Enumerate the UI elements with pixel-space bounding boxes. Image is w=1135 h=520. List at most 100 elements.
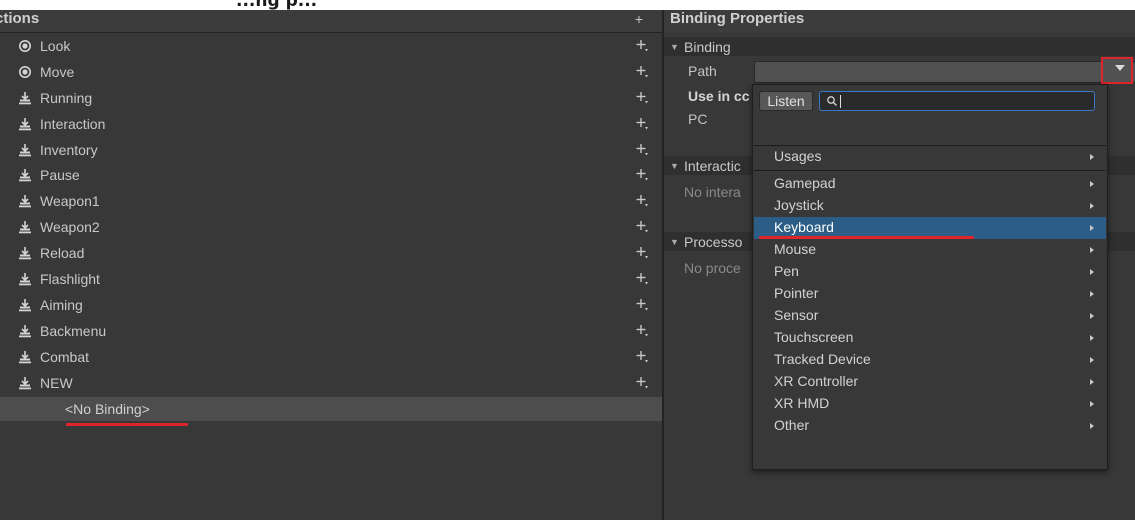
add-binding-icon[interactable] xyxy=(634,141,650,157)
action-label: Combat xyxy=(40,348,90,365)
submenu-arrow-icon xyxy=(1090,357,1094,363)
submenu-arrow-icon xyxy=(1090,225,1094,231)
button-action-icon xyxy=(19,143,31,156)
dropdown-arrow-icon xyxy=(1115,65,1125,71)
radio-icon xyxy=(19,40,31,52)
device-menu-item-gamepad[interactable]: Gamepad xyxy=(754,173,1106,195)
action-row[interactable]: Inventory xyxy=(0,138,662,164)
action-label: Flashlight xyxy=(40,271,100,288)
submenu-arrow-icon xyxy=(1090,379,1094,385)
device-menu-item-pointer[interactable]: Pointer xyxy=(754,283,1106,305)
binding-section-header[interactable]: ▼ Binding xyxy=(664,37,1135,56)
action-row[interactable]: Reload xyxy=(0,241,662,267)
action-row[interactable]: Running xyxy=(0,86,662,112)
action-label: NEW xyxy=(40,374,73,391)
action-row[interactable]: Pause xyxy=(0,163,662,189)
action-row[interactable]: Weapon2 xyxy=(0,215,662,241)
submenu-arrow-icon xyxy=(1090,247,1094,253)
device-menu-item-mouse[interactable]: Mouse xyxy=(754,239,1106,261)
interactions-section-label: Interactic xyxy=(684,158,741,174)
button-action-icon xyxy=(19,298,31,312)
button-action-icon xyxy=(19,273,31,286)
device-menu-item-xr-hmd[interactable]: XR HMD xyxy=(754,393,1106,415)
path-label: Path xyxy=(688,63,717,79)
button-action-icon xyxy=(19,221,31,234)
add-binding-icon[interactable] xyxy=(634,374,650,390)
device-menu-item-touchscreen[interactable]: Touchscreen xyxy=(754,327,1106,349)
control-path-dropdown: Listen Usages Gamepad Joystick Keyboard Mou… xyxy=(752,84,1108,470)
device-label: Other xyxy=(774,417,810,433)
path-dropdown-button[interactable] xyxy=(1101,57,1133,84)
add-binding-icon[interactable] xyxy=(634,166,650,182)
device-menu-item-joystick[interactable]: Joystick xyxy=(754,195,1106,217)
add-binding-icon[interactable] xyxy=(634,63,650,79)
no-interactions-text: No intera xyxy=(684,184,741,200)
submenu-arrow-icon xyxy=(1090,291,1094,297)
action-row[interactable]: Backmenu xyxy=(0,319,662,345)
add-binding-icon[interactable] xyxy=(634,89,650,105)
actions-panel: ctions + Look Move Running Interaction Inven… xyxy=(0,10,662,520)
add-binding-icon[interactable] xyxy=(634,244,650,260)
device-label: Joystick xyxy=(774,197,824,213)
text-caret xyxy=(840,95,841,108)
caption-strip: ...ng p... xyxy=(0,0,1135,10)
button-action-icon xyxy=(19,247,31,260)
add-binding-icon[interactable] xyxy=(634,192,650,208)
no-processors-text: No proce xyxy=(684,260,741,276)
action-row[interactable]: Aiming xyxy=(0,293,662,319)
action-row[interactable]: Move xyxy=(0,60,662,86)
button-action-icon xyxy=(19,324,31,338)
path-field[interactable] xyxy=(754,61,1135,83)
action-label: Inventory xyxy=(40,141,98,158)
action-row[interactable]: Interaction xyxy=(0,112,662,138)
action-label: Weapon1 xyxy=(40,193,100,210)
actions-title: ctions xyxy=(0,10,40,27)
control-scheme-pc-label[interactable]: PC xyxy=(688,111,707,127)
action-label: Pause xyxy=(40,167,80,184)
device-menu-item-tracked-device[interactable]: Tracked Device xyxy=(754,349,1106,371)
device-label: Pointer xyxy=(774,285,819,301)
action-row[interactable]: Look xyxy=(0,34,662,60)
usages-menu-item[interactable]: Usages xyxy=(754,146,1106,168)
search-input[interactable] xyxy=(819,91,1095,111)
action-row[interactable]: Flashlight xyxy=(0,267,662,293)
device-label: XR Controller xyxy=(774,373,859,389)
add-binding-icon[interactable] xyxy=(634,348,650,364)
device-label: Touchscreen xyxy=(774,329,854,345)
add-binding-icon[interactable] xyxy=(634,115,650,131)
listen-button[interactable]: Listen xyxy=(759,91,813,111)
submenu-arrow-icon xyxy=(1090,423,1094,429)
device-label: XR HMD xyxy=(774,395,830,411)
submenu-arrow-icon xyxy=(1090,401,1094,407)
device-menu-item-other[interactable]: Other xyxy=(754,415,1106,437)
submenu-arrow-icon xyxy=(1090,313,1094,319)
submenu-arrow-icon xyxy=(1090,154,1094,160)
add-binding-icon[interactable] xyxy=(634,270,650,286)
action-row[interactable]: NEW xyxy=(0,371,662,397)
add-binding-icon[interactable] xyxy=(634,218,650,234)
device-menu-item-pen[interactable]: Pen xyxy=(754,261,1106,283)
foldout-triangle-icon: ▼ xyxy=(670,42,679,52)
device-menu-item-sensor[interactable]: Sensor xyxy=(754,305,1106,327)
caption-text: ...ng p... xyxy=(236,0,318,10)
submenu-arrow-icon xyxy=(1090,203,1094,209)
dropdown-divider xyxy=(754,170,1106,171)
actions-header: ctions + xyxy=(0,10,662,33)
submenu-arrow-icon xyxy=(1090,335,1094,341)
add-binding-icon[interactable] xyxy=(634,296,650,312)
device-label: Tracked Device xyxy=(774,351,871,367)
binding-properties-header: Binding Properties xyxy=(664,10,1135,32)
processors-section-label: Processo xyxy=(684,234,743,250)
device-menu-item-xr-controller[interactable]: XR Controller xyxy=(754,371,1106,393)
add-binding-icon[interactable] xyxy=(634,37,650,53)
add-binding-icon[interactable] xyxy=(634,322,650,338)
action-row[interactable]: Weapon1 xyxy=(0,189,662,215)
action-row[interactable]: Combat xyxy=(0,345,662,371)
action-label: Move xyxy=(40,63,75,80)
button-action-icon xyxy=(19,117,31,130)
add-action-button[interactable]: + xyxy=(632,11,646,27)
binding-row-selected[interactable]: <No Binding> xyxy=(0,397,662,421)
foldout-triangle-icon: ▼ xyxy=(670,237,679,247)
button-action-icon xyxy=(19,91,31,105)
button-action-icon xyxy=(19,376,31,389)
